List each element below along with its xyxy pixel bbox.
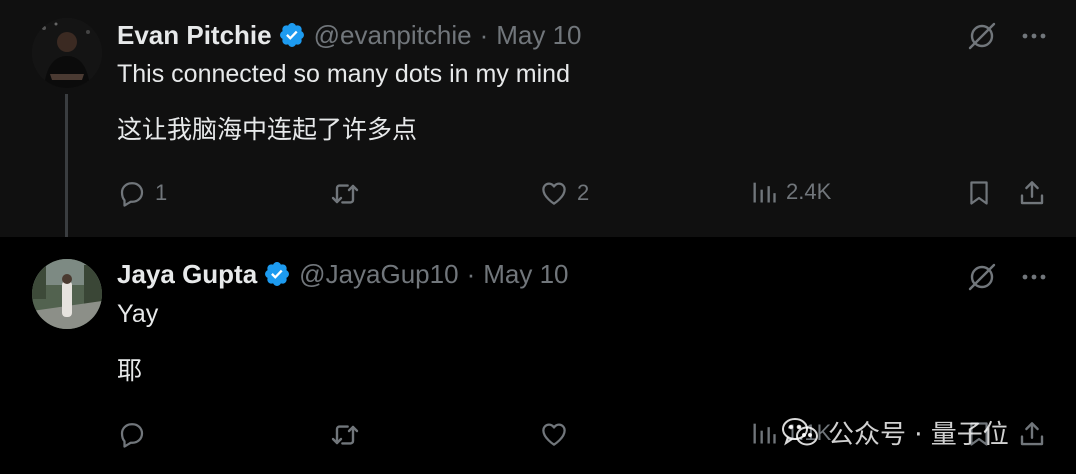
- reply-button[interactable]: [117, 419, 155, 449]
- tweet-header: Evan Pitchie @evanpitchie · May 10: [117, 20, 582, 50]
- avatar[interactable]: [32, 18, 102, 88]
- retweet-icon: [331, 184, 359, 204]
- tweet-action-bar: 1 2 2.4K: [117, 178, 1051, 214]
- retweet-button[interactable]: [329, 419, 369, 451]
- reply-count: 1: [155, 180, 168, 205]
- wechat-icon: [782, 417, 818, 445]
- tweet-text-translation: 耶: [117, 356, 143, 385]
- separator: ·: [479, 19, 489, 50]
- retweet-button[interactable]: [329, 178, 369, 210]
- tweet-evan-pitchie[interactable]: Evan Pitchie @evanpitchie · May 10 This …: [0, 0, 1076, 246]
- display-name[interactable]: Jaya Gupta: [117, 259, 257, 290]
- bookmark-button[interactable]: [965, 178, 993, 208]
- retweet-icon: [331, 425, 359, 445]
- thread-connector-line: [65, 94, 68, 246]
- view-count: 2.4K: [786, 179, 832, 204]
- share-icon: [1020, 422, 1044, 446]
- verified-badge-icon: [278, 21, 306, 49]
- tweet-text-translation: 这让我脑海中连起了许多点: [117, 115, 418, 144]
- share-icon: [1020, 181, 1044, 205]
- reply-icon: [120, 423, 144, 448]
- tweet-text: Yay: [117, 300, 159, 328]
- more-icon[interactable]: [1020, 263, 1048, 291]
- avatar[interactable]: [32, 259, 102, 329]
- more-icon[interactable]: [1020, 22, 1048, 50]
- tweet-top-actions: [966, 20, 1048, 52]
- bookmark-icon: [970, 181, 988, 205]
- grok-icon[interactable]: [966, 20, 998, 52]
- tweet-top-actions: [966, 261, 1048, 293]
- like-button[interactable]: 2: [539, 178, 589, 208]
- watermark: 公众号 · 量子位: [780, 414, 1009, 451]
- share-button[interactable]: [1017, 178, 1047, 208]
- like-button[interactable]: [539, 419, 577, 449]
- tweet-header: Jaya Gupta @JayaGup10 · May 10: [117, 259, 569, 289]
- verified-badge-icon: [263, 260, 291, 288]
- share-button[interactable]: [1017, 419, 1047, 449]
- like-icon: [542, 423, 566, 446]
- views-icon: [753, 182, 776, 203]
- views-button[interactable]: 2.4K: [750, 178, 831, 206]
- reply-button[interactable]: 1: [117, 178, 167, 208]
- reply-icon: [120, 182, 144, 207]
- views-icon: [753, 423, 776, 444]
- like-icon: [542, 182, 566, 205]
- watermark-text: 公众号 · 量子位: [828, 420, 1009, 450]
- timestamp[interactable]: May 10: [496, 20, 581, 51]
- handle[interactable]: @JayaGup10: [299, 259, 458, 290]
- like-count: 2: [577, 180, 590, 205]
- handle[interactable]: @evanpitchie: [314, 20, 472, 51]
- separator: ·: [466, 258, 476, 289]
- tweet-text: This connected so many dots in my mind: [117, 60, 570, 88]
- display-name[interactable]: Evan Pitchie: [117, 20, 272, 51]
- grok-icon[interactable]: [966, 261, 998, 293]
- timestamp[interactable]: May 10: [483, 259, 568, 290]
